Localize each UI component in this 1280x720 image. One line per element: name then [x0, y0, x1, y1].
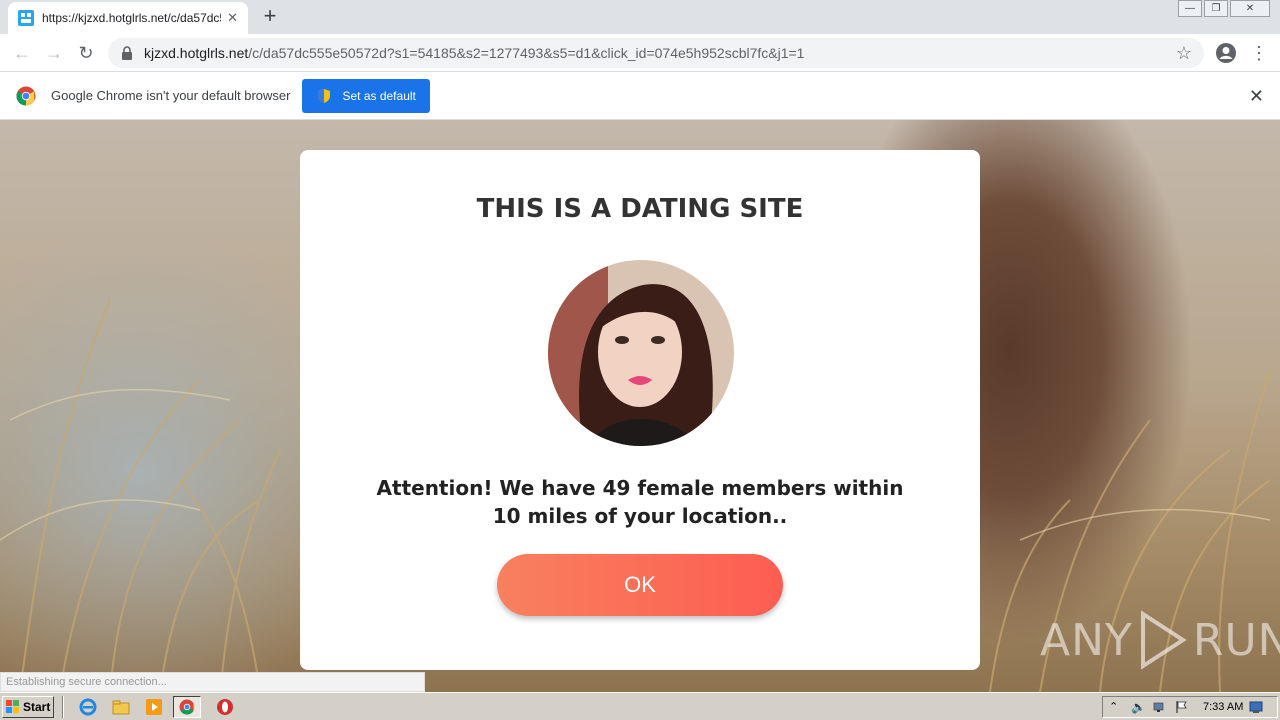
start-button[interactable]: Start	[2, 695, 54, 718]
watermark-right: RUN	[1192, 614, 1280, 666]
site-favicon-icon	[18, 10, 34, 26]
forward-button[interactable]: →	[42, 41, 66, 65]
modal-message: Attention! We have 49 female members wit…	[376, 476, 904, 528]
infobar-close-icon[interactable]: ✕	[1249, 86, 1264, 107]
infobar-message: Google Chrome isn't your default browser	[51, 88, 291, 103]
tab-strip: https://kjzxd.hotglrls.net/c/da57dc5 ✕ +…	[0, 0, 1280, 34]
window-close-button[interactable]: ✕	[1230, 0, 1270, 17]
back-button[interactable]: ←	[10, 41, 34, 65]
tray-expand-icon[interactable]: ⌃	[1109, 700, 1123, 714]
url-text[interactable]: kjzxd.hotglrls.net/c/da57dc555e50572d?s1…	[144, 45, 1176, 61]
tab-active[interactable]: https://kjzxd.hotglrls.net/c/da57dc5 ✕	[8, 2, 248, 34]
url-host: kjzxd.hotglrls.net	[144, 45, 249, 61]
address-bar[interactable]: kjzxd.hotglrls.net/c/da57dc555e50572d?s1…	[108, 38, 1204, 68]
windows-logo-icon	[6, 699, 19, 713]
minimize-button[interactable]: —	[1178, 0, 1202, 17]
watermark-left: ANY	[1040, 614, 1133, 666]
show-desktop-icon[interactable]	[1249, 700, 1263, 714]
reload-button[interactable]: ↻	[74, 41, 98, 65]
lock-icon	[122, 46, 132, 60]
chrome-icon	[179, 699, 195, 715]
window-controls: — ❐ ✕	[1178, 0, 1270, 17]
action-center-flag-icon[interactable]	[1175, 700, 1189, 714]
restore-button[interactable]: ❐	[1204, 0, 1228, 17]
opera-icon[interactable]	[216, 698, 234, 716]
bookmark-star-icon[interactable]: ☆	[1176, 43, 1192, 64]
play-logo-icon	[1140, 610, 1187, 670]
media-player-icon[interactable]	[145, 698, 163, 716]
taskbar-clock: 7:33 AM	[1203, 701, 1244, 713]
chrome-logo-icon	[16, 86, 36, 105]
profile-avatar-icon[interactable]	[1215, 42, 1237, 64]
new-tab-button[interactable]: +	[258, 4, 282, 28]
browser-toolbar: ← → ↻ kjzxd.hotglrls.net/c/da57dc555e505…	[0, 34, 1280, 72]
status-bubble: Establishing secure connection...	[0, 672, 425, 692]
tab-close-icon[interactable]: ✕	[227, 10, 238, 26]
explorer-icon[interactable]	[112, 698, 130, 716]
volume-icon[interactable]: 🔈	[1131, 700, 1146, 714]
anyrun-watermark: ANY RUN	[1040, 610, 1280, 670]
set-as-default-label: Set as default	[342, 88, 416, 103]
url-path: /c/da57dc555e50572d?s1=54185&s2=1277493&…	[248, 45, 805, 61]
ok-button[interactable]: OK	[497, 554, 783, 616]
windows-taskbar: Start ⌃ 🔈 7:33 AM	[0, 692, 1280, 720]
system-tray: ⌃ 🔈 7:33 AM	[1102, 696, 1278, 718]
modal-title: THIS IS A DATING SITE	[476, 194, 804, 224]
dating-modal: THIS IS A DATING SITE Attention! We have…	[300, 150, 980, 670]
tab-title: https://kjzxd.hotglrls.net/c/da57dc5	[42, 11, 222, 25]
chrome-menu-icon[interactable]: ⋮	[1250, 41, 1268, 65]
set-as-default-button[interactable]: Set as default	[302, 78, 430, 113]
profile-photo	[548, 260, 734, 446]
network-icon[interactable]	[1153, 700, 1167, 714]
ie-icon[interactable]	[79, 698, 97, 716]
page-content: ANY RUN THIS IS A DATING SITE Attention!…	[0, 120, 1280, 692]
default-browser-infobar: Google Chrome isn't your default browser…	[0, 72, 1280, 120]
taskbar-separator	[62, 695, 64, 718]
chrome-taskbar-button[interactable]	[173, 695, 201, 718]
shield-icon	[318, 88, 331, 103]
start-label: Start	[23, 699, 51, 714]
